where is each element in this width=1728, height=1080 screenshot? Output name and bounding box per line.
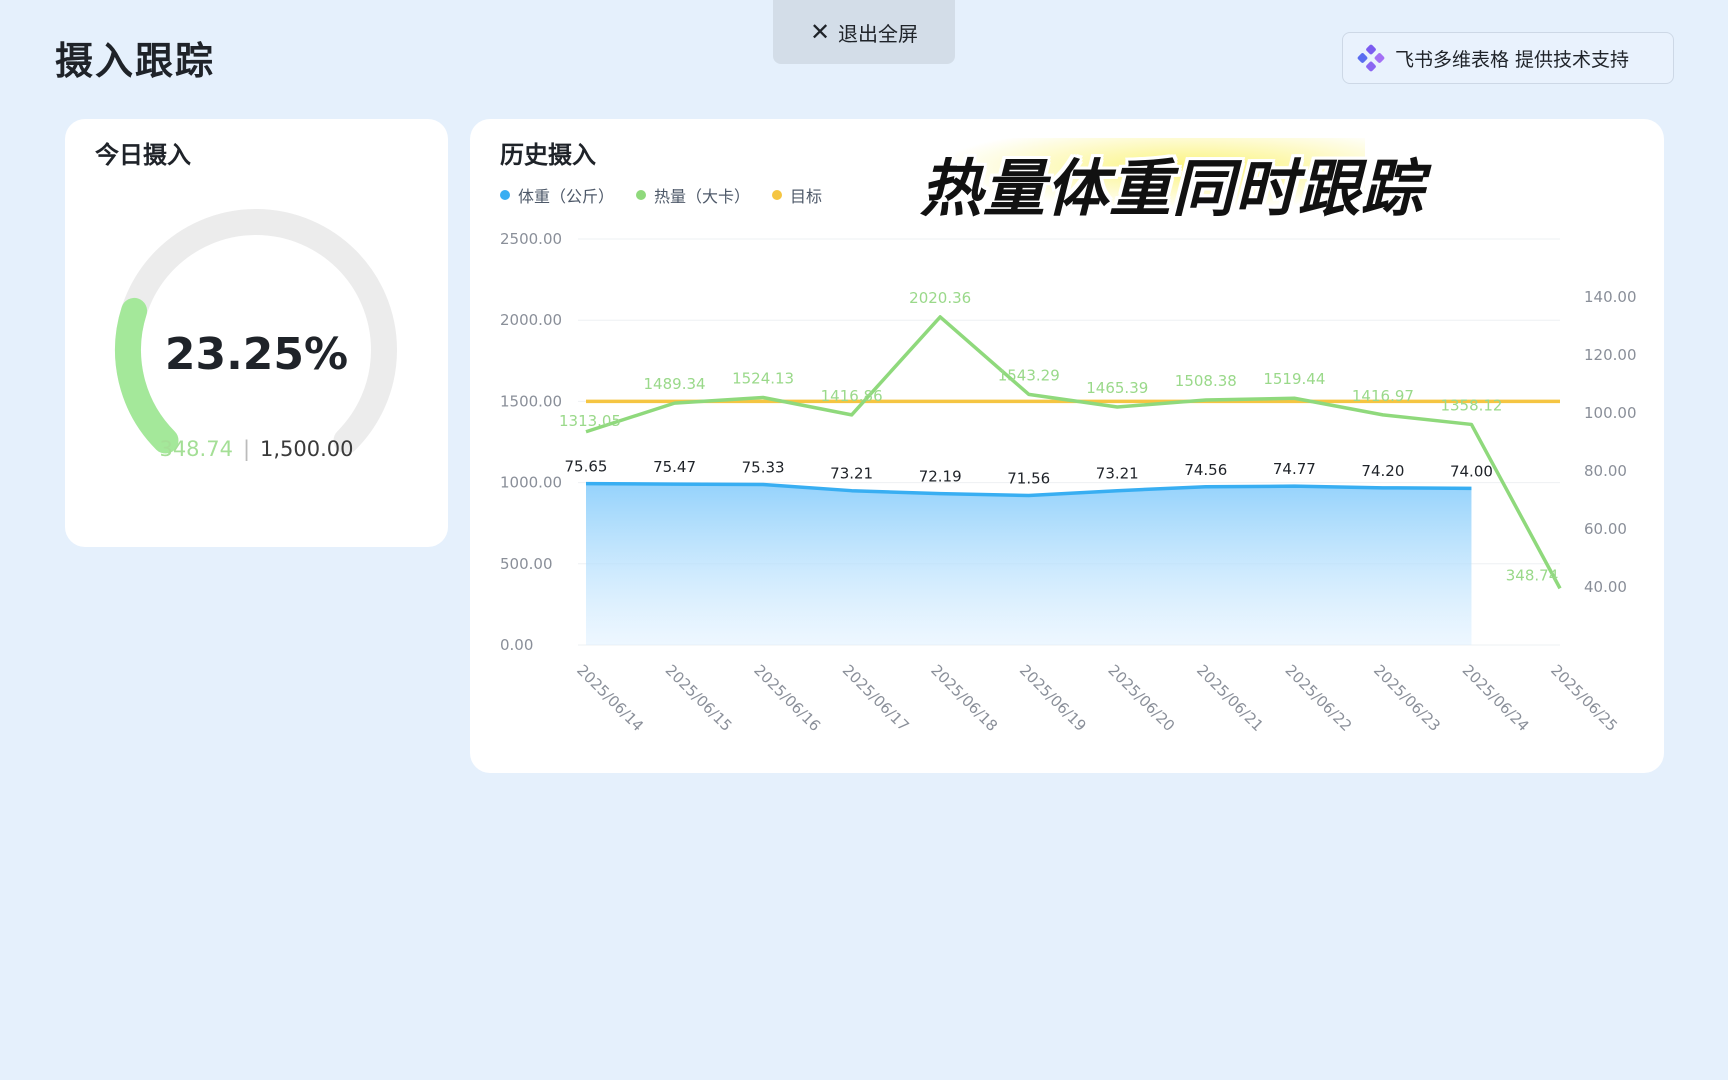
x-tick: 2025/06/16	[750, 661, 824, 735]
feishu-brand-badge[interactable]: 飞书多维表格 提供技术支持	[1342, 32, 1674, 84]
chart-legend: 体重（公斤） 热量（大卡） 目标	[500, 183, 822, 207]
page-title: 摄入跟踪	[55, 39, 216, 83]
gauge-target-value: 1,500.00	[260, 437, 354, 461]
y-left-tick: 2500.00	[500, 230, 562, 248]
gauge-values: 348.74 | 1,500.00	[65, 437, 448, 461]
x-tick: 2025/06/17	[839, 661, 913, 735]
y-right-tick: 40.00	[1584, 578, 1627, 596]
overlay-caption: 热量体重同时跟踪	[920, 152, 1425, 225]
weight-data-label: 74.00	[1450, 462, 1493, 480]
legend-item-target[interactable]: 目标	[772, 183, 822, 207]
legend-label-weight: 体重（公斤）	[518, 187, 615, 206]
y-left-tick: 1500.00	[500, 392, 562, 410]
calories-data-label: 1489.34	[644, 375, 706, 393]
legend-item-weight[interactable]: 体重（公斤）	[500, 183, 614, 207]
gauge-separator: |	[242, 437, 251, 461]
x-tick: 2025/06/24	[1459, 661, 1533, 735]
calories-data-label: 1416.86	[821, 387, 883, 405]
weight-data-label: 73.21	[830, 465, 873, 483]
y-right-tick: 120.00	[1584, 346, 1637, 364]
calories-data-label: 2020.36	[909, 289, 971, 307]
calories-data-label: 1313.05	[559, 412, 621, 430]
today-intake-card: 今日摄入 23.25% 348.74 | 1,500.00	[65, 119, 448, 547]
x-tick: 2025/06/19	[1016, 661, 1090, 735]
x-tick: 2025/06/20	[1104, 661, 1178, 735]
exit-fullscreen-label: 退出全屏	[838, 21, 919, 46]
y-left-tick: 500.00	[500, 555, 553, 573]
x-tick: 2025/06/14	[573, 661, 647, 735]
calories-data-label: 1524.13	[732, 369, 794, 387]
history-card-title: 历史摄入	[500, 141, 596, 169]
x-tick: 2025/06/22	[1282, 661, 1356, 735]
y-right-tick: 100.00	[1584, 404, 1637, 422]
legend-label-target: 目标	[790, 187, 823, 206]
gauge-current-value: 348.74	[159, 437, 233, 461]
x-tick: 2025/06/18	[927, 661, 1001, 735]
exit-fullscreen-button[interactable]: ✕ 退出全屏	[773, 0, 955, 64]
weight-data-label: 74.20	[1361, 462, 1404, 480]
weight-data-label: 75.33	[742, 459, 785, 477]
brand-label: 飞书多维表格 提供技术支持	[1395, 48, 1630, 71]
weight-data-label: 74.77	[1273, 460, 1316, 478]
calories-data-label: 1358.12	[1440, 396, 1502, 414]
weight-data-label: 72.19	[919, 468, 962, 486]
legend-dot-target	[772, 190, 783, 200]
x-tick: 2025/06/23	[1370, 661, 1444, 735]
legend-dot-weight	[500, 190, 510, 200]
y-right-tick: 60.00	[1584, 520, 1627, 538]
calories-data-label: 1416.97	[1352, 387, 1414, 405]
legend-label-calories: 热量（大卡）	[654, 187, 751, 206]
weight-data-label: 74.56	[1184, 461, 1227, 479]
weight-data-label: 75.65	[565, 458, 608, 476]
feishu-bitable-logo-icon	[1357, 44, 1385, 72]
legend-dot-calories	[636, 190, 647, 200]
x-tick: 2025/06/25	[1547, 661, 1621, 735]
calories-data-label: 1519.44	[1263, 370, 1325, 388]
y-left-tick: 1000.00	[500, 474, 562, 492]
x-tick: 2025/06/15	[662, 661, 736, 735]
calories-data-label: 348.74	[1506, 566, 1559, 584]
y-left-tick: 0.00	[500, 636, 533, 654]
weight-data-label: 73.21	[1096, 465, 1139, 483]
y-right-tick: 140.00	[1584, 288, 1637, 306]
weight-area	[586, 483, 1472, 645]
calories-data-label: 1543.29	[998, 366, 1060, 384]
weight-data-label: 71.56	[1007, 469, 1050, 487]
y-left-tick: 2000.00	[500, 311, 562, 329]
y-right-tick: 80.00	[1584, 462, 1627, 480]
x-tick: 2025/06/21	[1193, 661, 1267, 735]
gauge-percent: 23.25%	[164, 329, 349, 380]
calories-data-label: 1465.39	[1086, 379, 1148, 397]
close-icon: ✕	[809, 18, 831, 46]
weight-data-label: 75.47	[653, 458, 696, 476]
legend-item-calories[interactable]: 热量（大卡）	[636, 183, 750, 207]
calories-data-label: 1508.38	[1175, 372, 1237, 390]
